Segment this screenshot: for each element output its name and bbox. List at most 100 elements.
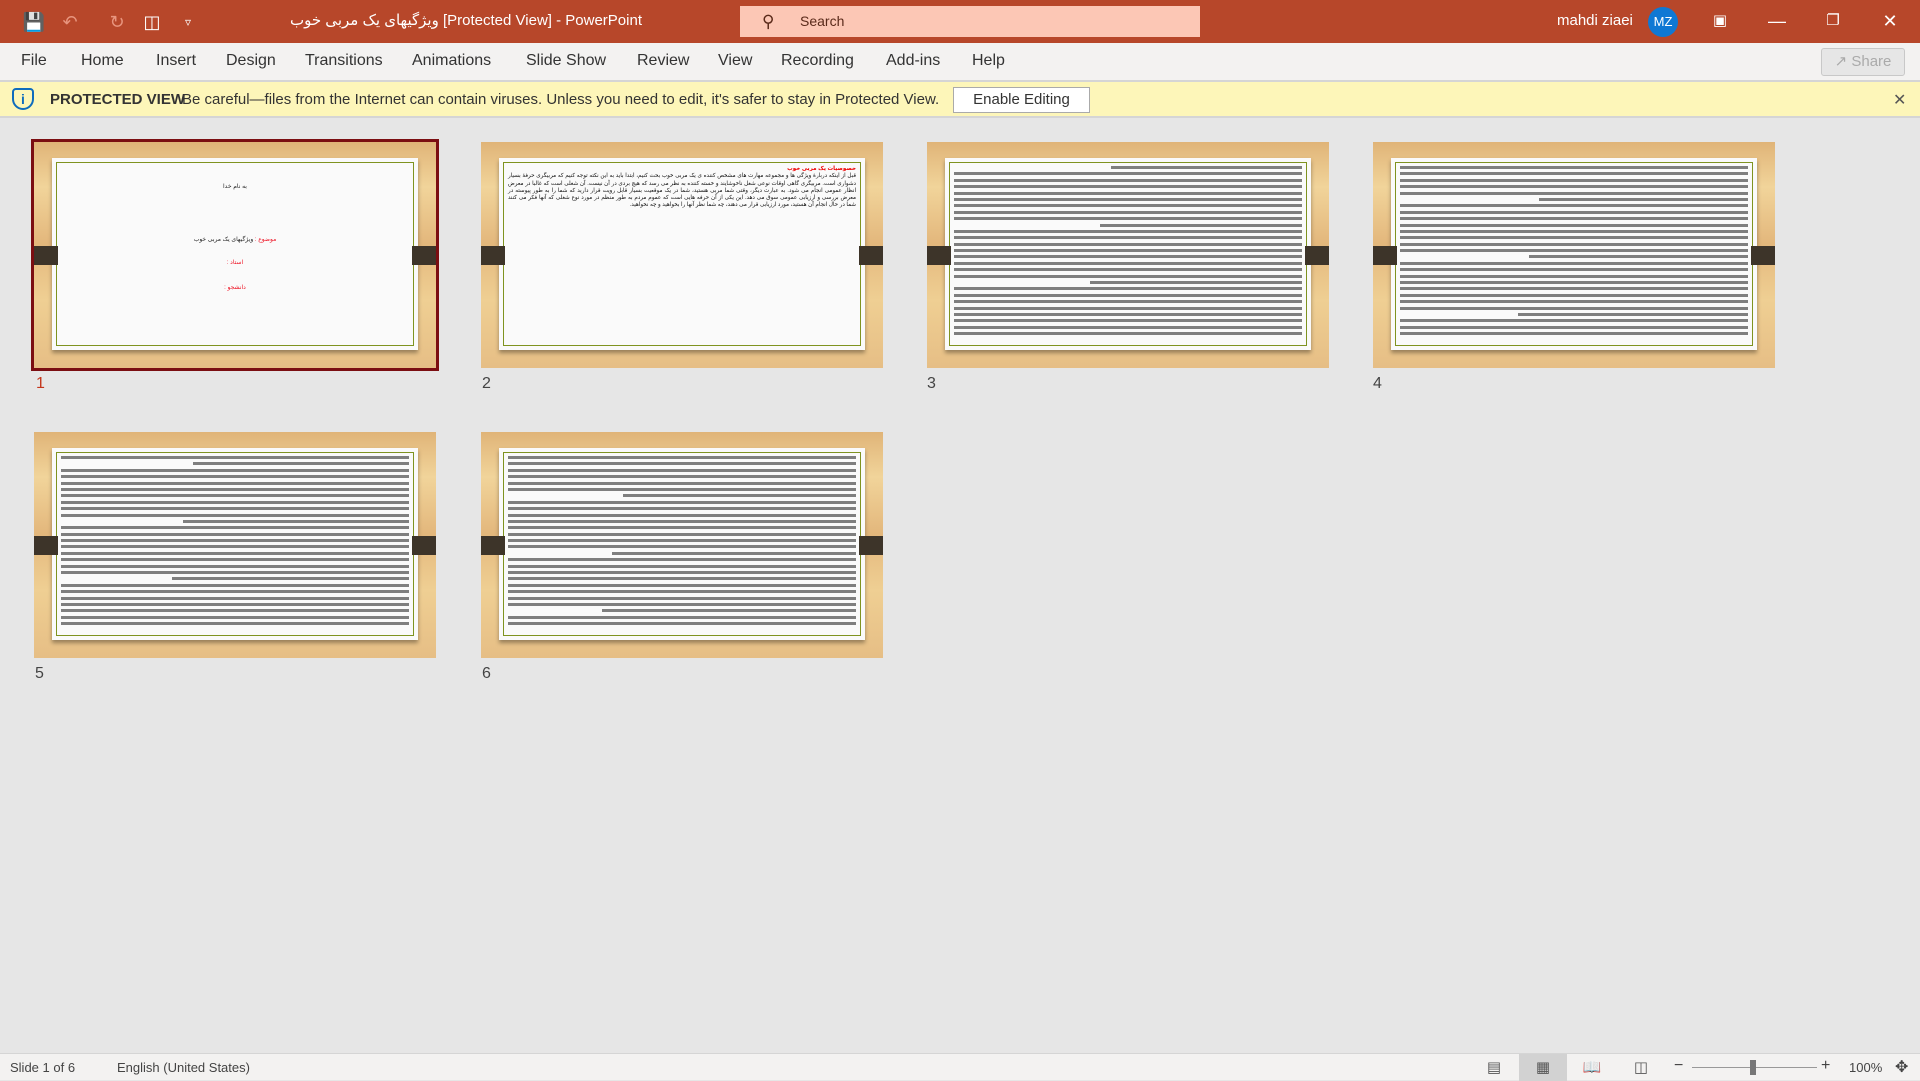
slide-text-line [954, 236, 1302, 240]
slide-text-line [61, 513, 409, 517]
slide-text-line [1400, 217, 1748, 221]
ribbon-display-options-icon[interactable]: ▣ [1705, 8, 1735, 34]
slide-text-line [954, 306, 1302, 310]
slide-text-line [1400, 319, 1748, 323]
slide-text-line [508, 602, 856, 606]
slide-number: 2 [482, 375, 491, 392]
close-icon[interactable]: ✕ [1875, 8, 1905, 34]
tab-add-ins[interactable]: Add-ins [886, 52, 940, 70]
tab-help[interactable]: Help [972, 52, 1005, 70]
tab-recording[interactable]: Recording [781, 52, 854, 70]
normal-view-icon[interactable]: ▤ [1470, 1054, 1518, 1081]
slide-text-line [182, 519, 409, 523]
slide-decoration [34, 536, 58, 555]
undo-icon[interactable]: ↶ [58, 10, 82, 34]
tab-design[interactable]: Design [226, 52, 276, 70]
slide-decoration [859, 246, 883, 265]
info-shield-icon: i [12, 88, 34, 110]
search-icon: ⚲ [762, 12, 775, 31]
slide-thumbnail-4[interactable] [1373, 142, 1775, 368]
slide-text-line [954, 268, 1302, 272]
slide-text-line [1400, 178, 1748, 182]
enable-editing-button[interactable]: Enable Editing [953, 87, 1090, 113]
slide-text-line [1539, 197, 1748, 201]
tab-review[interactable]: Review [637, 52, 689, 70]
slide-text-line [1400, 191, 1748, 195]
tab-insert[interactable]: Insert [156, 52, 196, 70]
tab-transitions[interactable]: Transitions [305, 52, 383, 70]
protected-view-label: PROTECTED VIEW [50, 91, 186, 108]
slide-sorter-view-icon[interactable]: ▦ [1519, 1054, 1567, 1081]
language-indicator[interactable]: English (United States) [117, 1060, 250, 1075]
slide-text-line [1400, 210, 1748, 214]
tab-home[interactable]: Home [81, 52, 124, 70]
slide-text-line [508, 571, 856, 575]
zoom-slider-thumb[interactable] [1750, 1060, 1756, 1075]
slide-text-line [61, 481, 409, 485]
tab-file[interactable]: File [21, 52, 47, 70]
slide-text-line [1400, 306, 1748, 310]
slide-thumbnail-6[interactable] [481, 432, 883, 658]
slide-show-view-icon[interactable]: ◫ [1617, 1054, 1665, 1081]
slide-text-line [508, 615, 856, 619]
slide-decoration [481, 246, 505, 265]
zoom-level[interactable]: 100% [1849, 1060, 1882, 1075]
slide-text-line [508, 468, 856, 472]
slide-text-line [508, 456, 856, 459]
slide-text-line [61, 526, 409, 530]
redo-icon[interactable]: ↻ [105, 10, 129, 34]
protected-view-message: Be careful—files from the Internet can c… [182, 91, 940, 108]
slide-text-line [508, 507, 856, 511]
slide-thumbnail-5[interactable] [34, 432, 436, 658]
share-button[interactable]: ↗ Share [1821, 48, 1905, 76]
tab-view[interactable]: View [718, 52, 752, 70]
slide-text-line [61, 583, 409, 587]
user-name[interactable]: mahdi ziaei [1557, 12, 1633, 29]
search-box[interactable]: ⚲ Search [740, 6, 1200, 37]
slide-text-line [508, 596, 856, 600]
slide-text-line [954, 217, 1302, 221]
avatar[interactable]: MZ [1648, 7, 1678, 37]
slide-text-line [508, 564, 856, 568]
slide-thumbnail-2[interactable]: خصوصیات یک مربی خوب قبل از اینکه دربارهٔ… [481, 142, 883, 368]
slide-text-line [61, 532, 409, 536]
slide-text-line [1100, 223, 1302, 227]
slide-text-line [954, 300, 1302, 304]
tab-animations[interactable]: Animations [412, 52, 491, 70]
slide-decoration [1751, 246, 1775, 265]
slide-text-line [1400, 229, 1748, 233]
slide-text-line [954, 255, 1302, 259]
search-placeholder: Search [800, 13, 845, 29]
slide-thumbnail-1[interactable]: به نام خدا موضوع : ویژگیهای یک مربی خوب … [31, 139, 439, 371]
window-title: ویژگیهای یک مربی خوب [Protected View] - … [290, 12, 642, 29]
save-icon[interactable]: 💾 [22, 10, 46, 34]
slide-text-line [1528, 255, 1748, 259]
slide-text-line [508, 532, 856, 536]
slide-text-line [622, 494, 856, 498]
slide-text-line [1400, 204, 1748, 208]
tab-slide-show[interactable]: Slide Show [526, 52, 606, 70]
slide-text-line [61, 539, 409, 543]
slide-text-line [1400, 166, 1748, 169]
slide-text-line [61, 494, 409, 498]
slide-text-line [508, 513, 856, 517]
slide-text-line [954, 172, 1302, 176]
restore-icon[interactable]: ❐ [1818, 8, 1848, 34]
slide-thumbnail-3[interactable] [927, 142, 1329, 368]
slide-text-line [61, 602, 409, 606]
slide-number: 3 [927, 375, 936, 392]
minimize-icon[interactable]: — [1762, 8, 1792, 34]
slide-number: 6 [482, 665, 491, 682]
slide-text-line [508, 500, 856, 504]
zoom-in-button[interactable]: + [1821, 1057, 1830, 1075]
reading-view-icon[interactable]: 📖 [1568, 1054, 1616, 1081]
slide-text-line [508, 526, 856, 530]
zoom-out-button[interactable]: − [1674, 1057, 1683, 1075]
close-message-bar-icon[interactable]: ✕ [1893, 90, 1906, 110]
fit-to-window-icon[interactable]: ✥ [1895, 1057, 1908, 1077]
customize-qat-icon[interactable]: ▿ [176, 10, 200, 34]
slide-text-line [61, 507, 409, 511]
slide-text-line [61, 475, 409, 479]
start-from-beginning-icon[interactable]: ◫ [140, 10, 164, 34]
slide-text-line [61, 456, 409, 459]
